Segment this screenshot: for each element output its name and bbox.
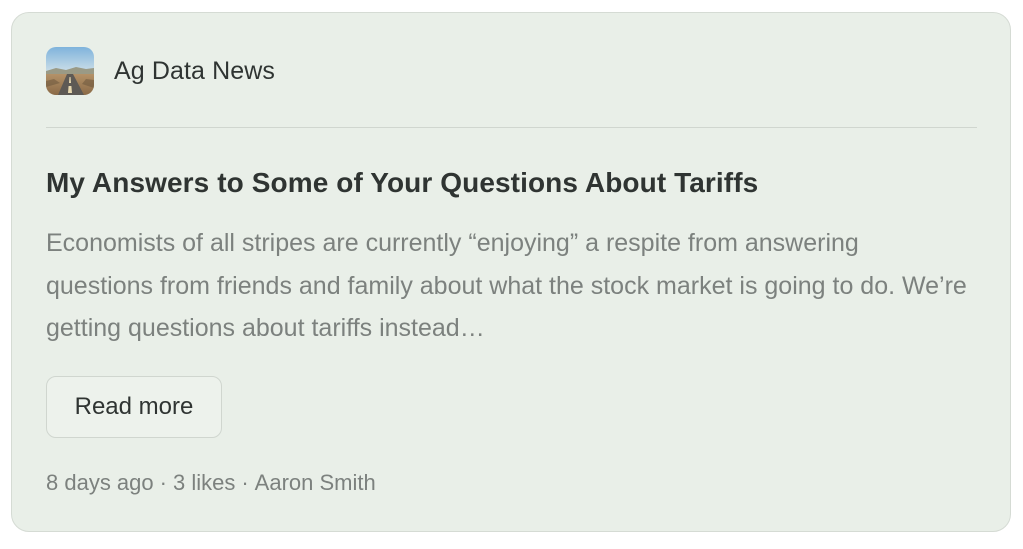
post-meta: 8 days ago · 3 likes · Aaron Smith [46,470,376,496]
post-title[interactable]: My Answers to Some of Your Questions Abo… [46,167,758,199]
post-excerpt: Economists of all stripes are currently … [46,229,967,342]
post-card[interactable]: Ag Data News My Answers to Some of Your … [11,12,1011,532]
read-more-button[interactable]: Read more [46,376,222,438]
landscape-logo-icon[interactable] [46,47,94,95]
publication-name[interactable]: Ag Data News [114,57,275,86]
meta-separator: · [241,470,249,495]
publication-header[interactable]: Ag Data News [46,47,275,95]
post-date: 8 days ago [46,470,154,495]
author-name[interactable]: Aaron Smith [255,470,376,495]
meta-separator: · [159,470,167,495]
divider [46,127,977,128]
likes-count[interactable]: 3 likes [173,470,235,495]
